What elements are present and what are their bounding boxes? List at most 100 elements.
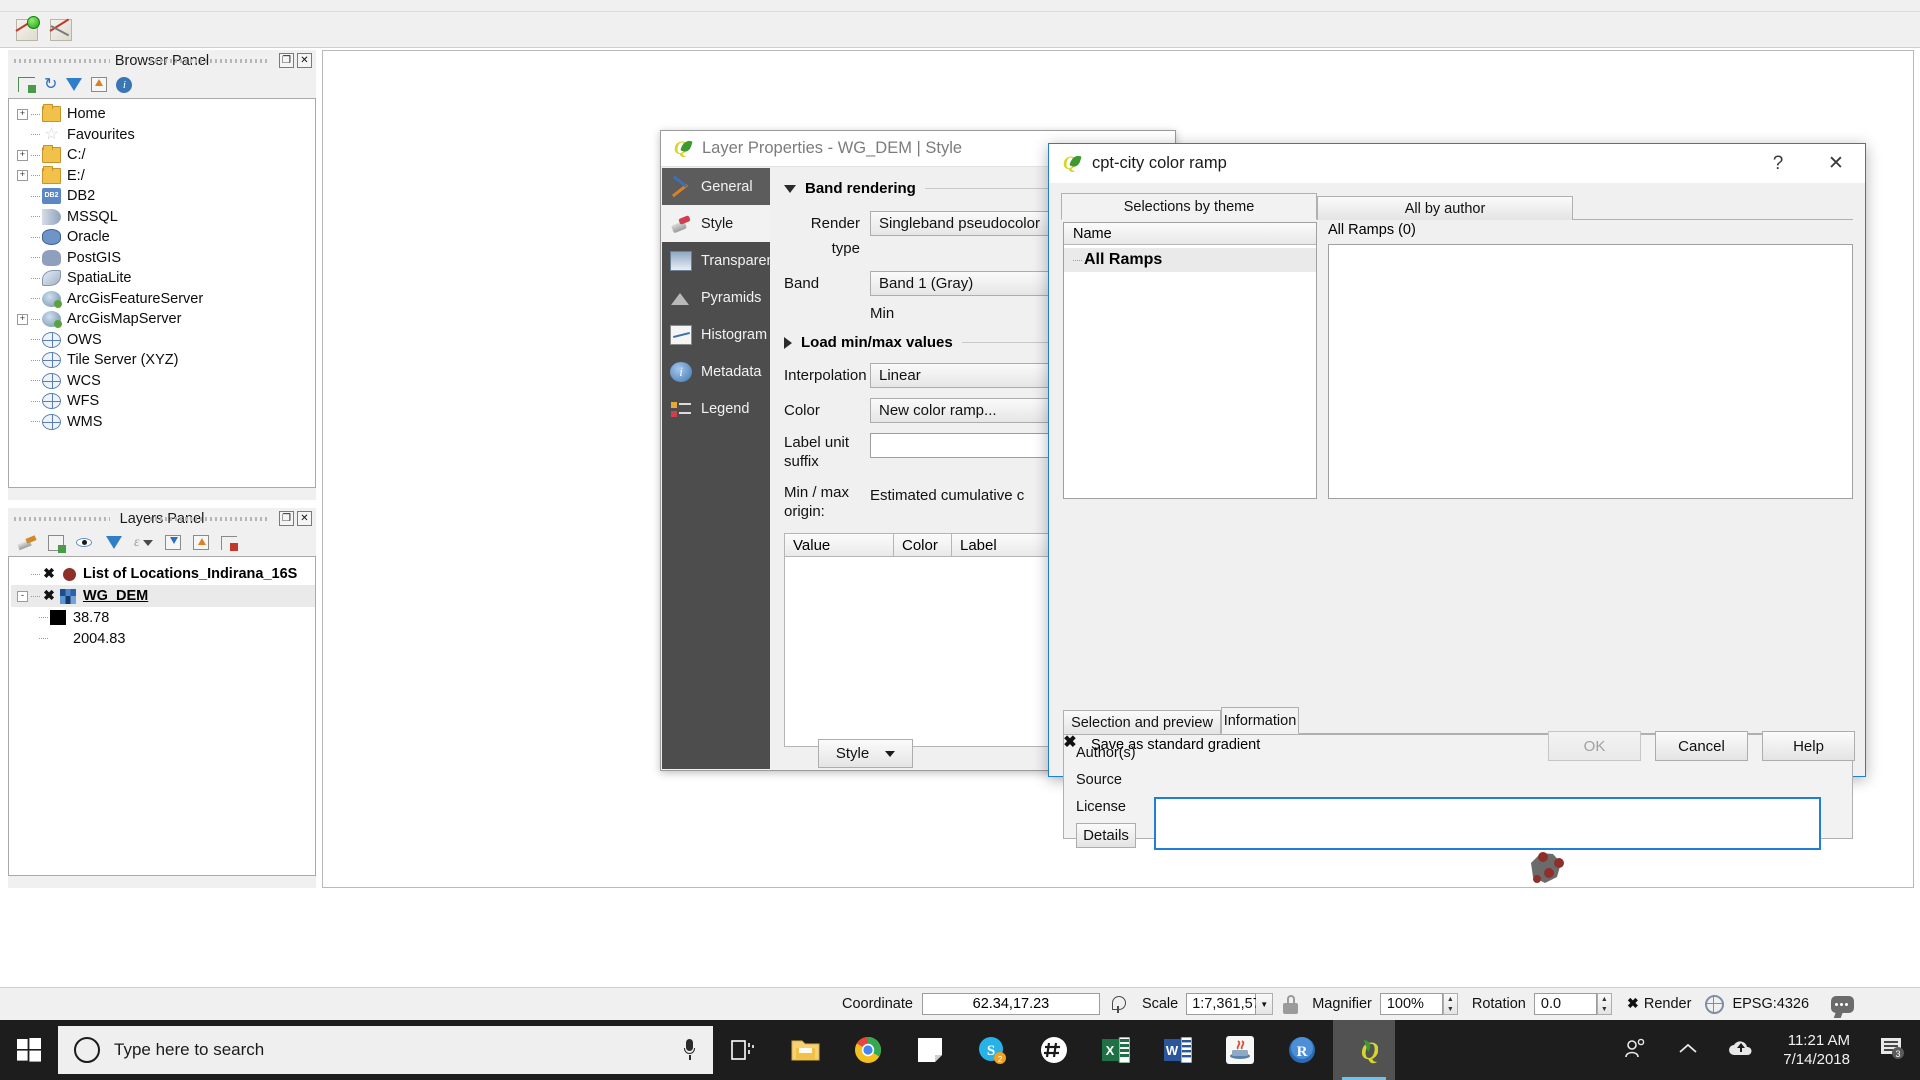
browser-item-favourites[interactable]: ☆ Favourites <box>11 125 315 146</box>
search-box[interactable]: Type here to search <box>58 1026 713 1074</box>
show-hidden-icons-icon[interactable] <box>1663 1042 1713 1059</box>
add-group-icon[interactable] <box>48 534 66 553</box>
browser-item-mssql[interactable]: MSSQL <box>11 207 315 228</box>
taskbar-sticky-notes-icon[interactable] <box>899 1020 961 1080</box>
browser-item-wfs[interactable]: WFS <box>11 391 315 412</box>
drag-handle-dots[interactable] <box>14 59 110 63</box>
layer-row[interactable]: ✖ List of Locations_Indirana_16S <box>11 563 315 585</box>
taskbar-rstudio-icon[interactable]: R <box>1271 1020 1333 1080</box>
expander-toggle[interactable]: + <box>17 108 28 120</box>
taskbar-excel-icon[interactable]: X <box>1085 1020 1147 1080</box>
browser-close-button[interactable]: ✕ <box>297 53 312 68</box>
browser-undock-button[interactable]: ❐ <box>279 53 294 68</box>
browser-item-e[interactable]: + E:/ <box>11 165 315 187</box>
layer-properties-tab-metadata[interactable]: i Metadata <box>662 353 770 390</box>
browser-item-tile-server-xyz[interactable]: Tile Server (XYZ) <box>11 350 315 371</box>
browser-item-postgis[interactable]: PostGIS <box>11 248 315 269</box>
new-print-composer-icon[interactable] <box>14 16 40 43</box>
layers-close-button[interactable]: ✕ <box>297 511 312 526</box>
cancel-button[interactable]: Cancel <box>1655 731 1748 761</box>
taskbar-java-icon[interactable] <box>1209 1020 1271 1080</box>
taskbar-task-view-icon[interactable] <box>713 1020 775 1080</box>
tab-all-by-author[interactable]: All by author <box>1317 196 1573 220</box>
table-header-value[interactable]: Value <box>784 533 894 557</box>
taskbar-chrome-icon[interactable] <box>837 1020 899 1080</box>
cpt-dialog-titlebar[interactable]: Q cpt-city color ramp ? ✕ <box>1049 144 1865 183</box>
toggle-extents-icon[interactable] <box>1110 994 1130 1014</box>
browser-panel-tree[interactable]: + Home ☆ Favourites + C:/ + E:/ DB2 DB2 MSSQL Oracl… <box>8 98 316 488</box>
ramp-category-tree[interactable]: Name All Ramps <box>1063 222 1317 499</box>
rotation-spinner[interactable]: ▲ ▼ <box>1596 993 1612 1015</box>
help-button[interactable]: ? <box>1749 144 1807 183</box>
render-checkbox[interactable]: ✖ <box>1626 996 1640 1011</box>
layer-properties-tab-general[interactable]: General <box>662 168 770 205</box>
taskbar-clock[interactable]: 11:21 AM 7/14/2018 <box>1769 1031 1864 1069</box>
expander-toggle[interactable]: + <box>17 313 28 325</box>
crs-label[interactable]: EPSG:4326 <box>1732 996 1809 1012</box>
taskbar-qgis-icon[interactable]: Q <box>1333 1020 1395 1080</box>
coordinate-input[interactable] <box>921 993 1100 1015</box>
layer-properties-tab-style[interactable]: Style <box>662 205 770 242</box>
taskbar-word-icon[interactable]: W <box>1147 1020 1209 1080</box>
ramp-category-item[interactable]: All Ramps <box>1064 248 1316 272</box>
browser-item-home[interactable]: + Home <box>11 104 315 125</box>
expand-triangle-icon[interactable] <box>784 336 792 349</box>
tab-information[interactable]: Information <box>1221 707 1299 734</box>
layers-panel-tree[interactable]: ✖ List of Locations_Indirana_16S - ✖ WG_DEM 3… <box>8 556 316 876</box>
messages-icon[interactable] <box>1831 995 1855 1018</box>
composer-manager-icon[interactable] <box>48 17 74 43</box>
browser-item-ows[interactable]: OWS <box>11 330 315 351</box>
action-center-icon[interactable]: 3 <box>1864 1037 1920 1063</box>
layer-row[interactable]: - ✖ WG_DEM <box>11 585 315 607</box>
layer-properties-tab-transparency[interactable]: Transparency <box>662 242 789 279</box>
ok-button[interactable]: OK <box>1548 731 1641 761</box>
expander-toggle[interactable]: + <box>17 170 28 182</box>
scale-value[interactable]: 1:7,361,573 <box>1186 993 1269 1015</box>
tab-selections-by-theme[interactable]: Selections by theme <box>1061 193 1317 220</box>
details-button[interactable]: Details <box>1076 823 1136 848</box>
browser-item-arcgismapserver[interactable]: + ArcGisMapServer <box>11 309 315 330</box>
browser-item-oracle[interactable]: Oracle <box>11 227 315 248</box>
magnifier-value[interactable]: 100% <box>1379 993 1443 1015</box>
lock-scale-icon[interactable] <box>1283 994 1299 1014</box>
layers-undock-button[interactable]: ❐ <box>279 511 294 526</box>
save-gradient-checkbox[interactable]: ✖ <box>1062 735 1078 753</box>
filter-icon[interactable] <box>66 78 83 91</box>
magnifier-spinner[interactable]: ▲ ▼ <box>1442 993 1458 1015</box>
onedrive-icon[interactable] <box>1713 1039 1769 1061</box>
expander-toggle[interactable]: - <box>17 590 28 602</box>
license-textbox[interactable] <box>1154 797 1821 850</box>
drag-handle-dots[interactable] <box>150 517 270 521</box>
tab-selection-and-preview[interactable]: Selection and preview <box>1063 710 1221 734</box>
start-button[interactable] <box>0 1020 58 1080</box>
browser-item-db2[interactable]: DB2 DB2 <box>11 186 315 207</box>
filter-legend-icon[interactable] <box>106 536 122 549</box>
layer-properties-tab-pyramids[interactable]: Pyramids <box>662 279 770 316</box>
expand-all-icon[interactable] <box>164 535 181 550</box>
style-manager-icon[interactable] <box>17 534 37 551</box>
microphone-icon[interactable] <box>683 1039 695 1061</box>
manage-visibility-icon[interactable] <box>76 536 94 550</box>
table-header-color[interactable]: Color <box>894 533 952 557</box>
refresh-icon[interactable]: ↻ <box>44 77 57 93</box>
taskbar-file-explorer-icon[interactable] <box>775 1020 837 1080</box>
layer-visibility-checkbox[interactable]: ✖ <box>42 566 56 581</box>
layer-properties-tab-histogram[interactable]: Histogram <box>662 316 770 353</box>
layer-properties-tab-legend[interactable]: Legend <box>662 390 770 427</box>
browser-item-wms[interactable]: WMS <box>11 412 315 433</box>
scale-dropdown-arrow[interactable]: ▼ <box>1256 993 1274 1015</box>
drag-handle-dots[interactable] <box>14 517 110 521</box>
browser-item-spatialite[interactable]: SpatiaLite <box>11 268 315 289</box>
browser-item-wcs[interactable]: WCS <box>11 371 315 392</box>
drag-handle-dots[interactable] <box>150 59 270 63</box>
properties-icon[interactable]: i <box>116 76 133 93</box>
style-menu-button[interactable]: Style <box>818 739 913 768</box>
browser-item-arcgisfeatureserver[interactable]: ArcGisFeatureServer <box>11 289 315 310</box>
taskbar-slack-icon[interactable] <box>1023 1020 1085 1080</box>
browser-item-c[interactable]: + C:/ <box>11 145 315 166</box>
add-layer-icon[interactable] <box>18 77 36 93</box>
help-button[interactable]: Help <box>1762 731 1855 761</box>
close-button[interactable]: ✕ <box>1807 144 1865 183</box>
expression-filter-icon[interactable]: ε <box>134 535 153 551</box>
collapse-all-icon[interactable] <box>192 535 209 550</box>
